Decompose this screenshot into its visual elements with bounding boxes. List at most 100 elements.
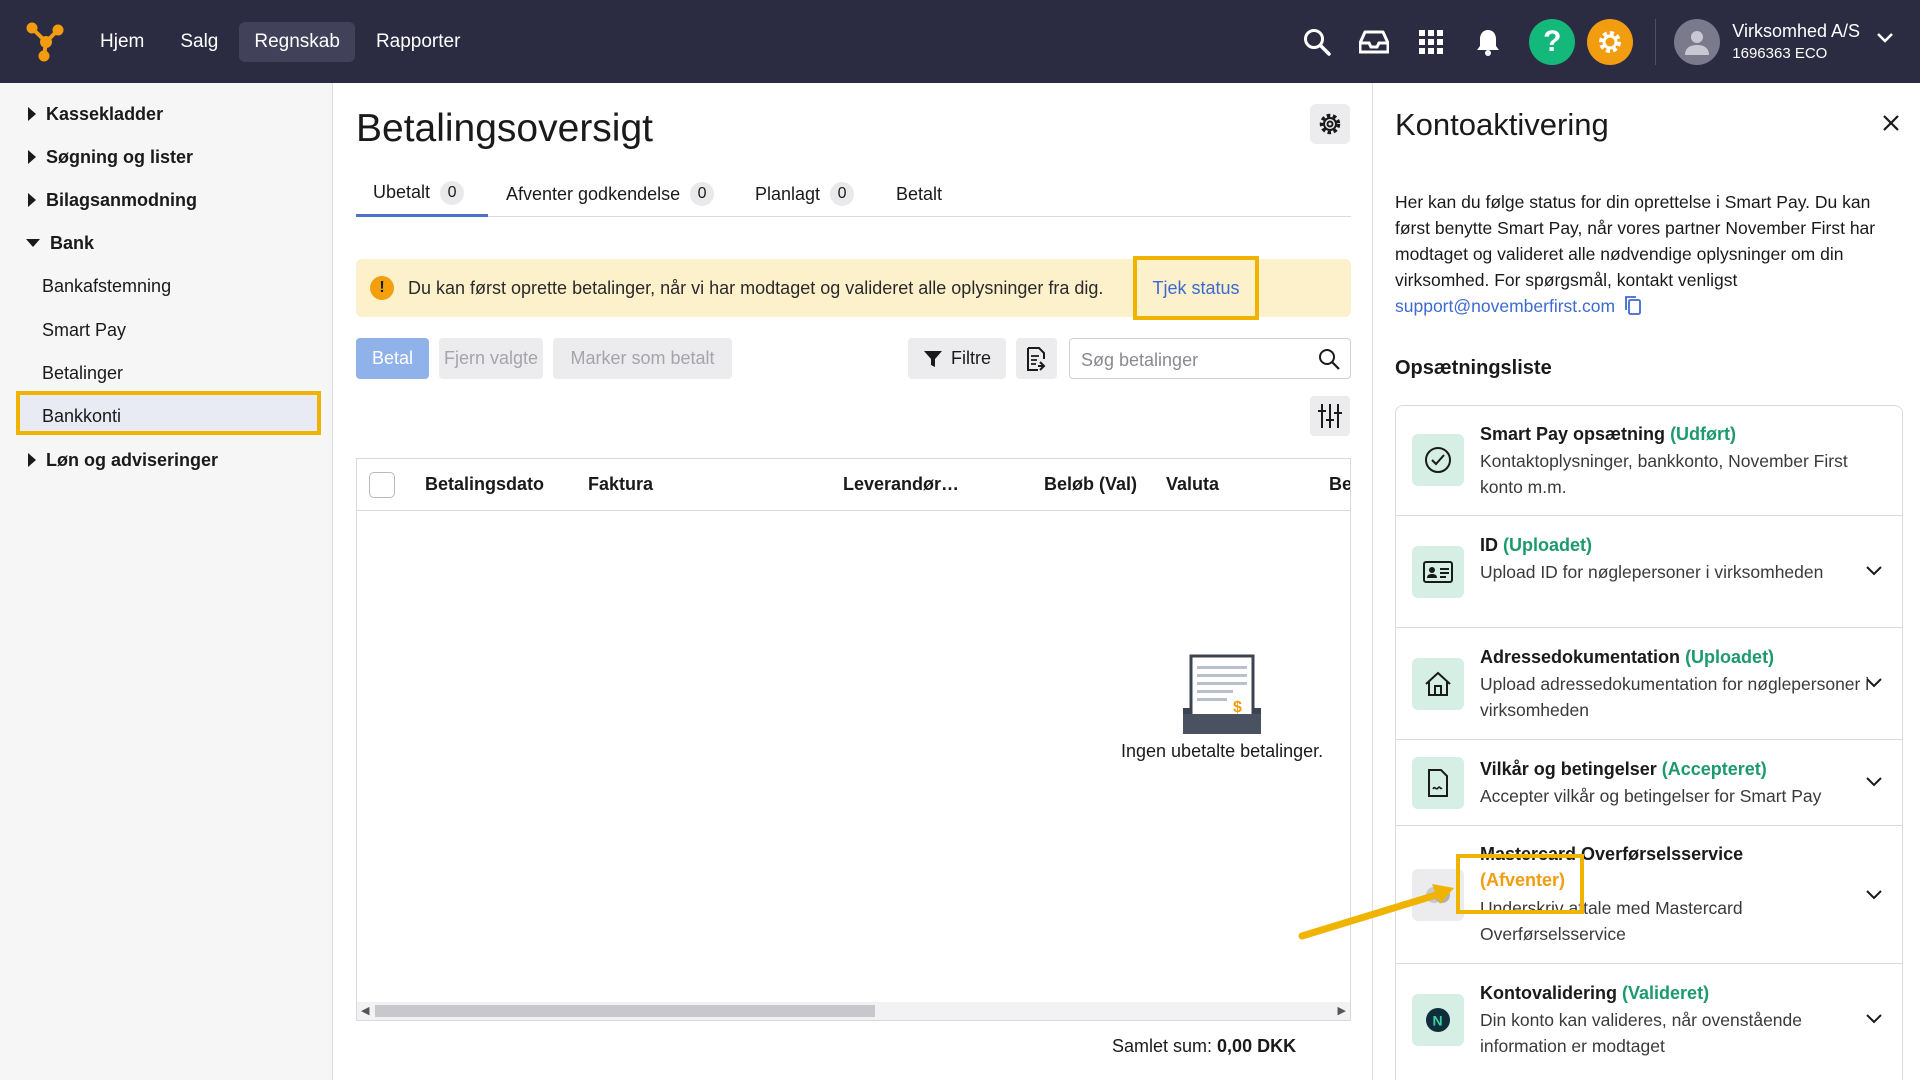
status-badge: (Valideret) [1622,983,1710,1003]
copy-icon[interactable] [1624,295,1642,315]
empty-inbox-icon: $ [1183,654,1261,734]
bell-icon[interactable] [1472,26,1504,58]
search-icon[interactable] [1301,26,1333,58]
panel-description: Her kan du følge status for din oprettel… [1395,192,1876,316]
sidebar-item-loen[interactable]: Løn og adviseringer [28,450,218,471]
sidebar-item-kassekladder[interactable]: Kassekladder [28,104,163,125]
tab-planlagt[interactable]: Planlagt 0 [755,171,855,217]
col-leverandoer[interactable]: Leverandør… [843,474,959,495]
economic-logo-icon[interactable] [22,18,68,64]
tab-betalt[interactable]: Betalt [896,171,942,217]
status-badge: (Uploadet) [1685,647,1775,667]
gear-icon [1319,113,1341,135]
col-faktura[interactable]: Faktura [588,474,653,495]
tab-afventer-godkendelse[interactable]: Afventer godkendelse 0 [506,171,715,217]
sidebar: Kassekladder Søgning og lister Bilagsanm… [0,83,333,1080]
sidebar-item-bankafstemning[interactable]: Bankafstemning [42,276,171,297]
status-badge: (Udført) [1670,424,1737,444]
warning-icon: ! [370,276,394,300]
col-beloeb[interactable]: Beløb (Val) [1044,474,1137,495]
status-badge: (Uploadet) [1503,535,1593,555]
sidebar-item-betalinger[interactable]: Betalinger [42,363,123,384]
export-button[interactable] [1016,338,1057,379]
inbox-icon[interactable] [1358,26,1390,58]
setup-step-kontovalidering[interactable]: N Kontovalidering (Valideret) Din konto … [1396,964,1902,1076]
sidebar-item-bilagsanmodning[interactable]: Bilagsanmodning [28,190,197,211]
check-status-link[interactable]: Tjek status [1133,256,1259,320]
chevron-down-icon[interactable] [1866,777,1882,787]
col-valuta[interactable]: Valuta [1166,474,1219,495]
caret-down-icon [26,239,40,247]
apps-grid-icon[interactable] [1415,26,1447,58]
id-card-icon [1412,546,1464,598]
setup-step-smart-pay[interactable]: Smart Pay opsætning (Udført) Kontaktoply… [1396,406,1902,516]
annotation-arrow-icon [1298,884,1454,940]
sidebar-item-bank[interactable]: Bank [26,233,94,254]
search-placeholder: Søg betalinger [1081,350,1199,370]
close-icon[interactable] [1881,113,1901,133]
nav-regnskab[interactable]: Regnskab [239,22,355,62]
search-icon[interactable] [1318,348,1340,370]
chevron-down-icon[interactable] [1876,32,1894,44]
total-sum: Samlet sum: 0,00 DKK [1112,1036,1297,1056]
settings-gear-icon[interactable] [1587,18,1634,65]
page-settings-button[interactable] [1310,104,1350,144]
mark-paid-button[interactable]: Marker som betalt [553,338,732,379]
tab-ubetalt[interactable]: Ubetalt 0 [356,171,488,217]
nav-rapporter[interactable]: Rapporter [361,22,476,62]
sidebar-item-bankkonti[interactable]: Bankkonti [42,406,121,427]
payments-table: Betalingsdato Faktura Leverandør… Beløb … [356,458,1351,1021]
main-nav: Hjem Salg Regnskab Rapporter [85,22,475,62]
remove-selected-button[interactable]: Fjern valgte [439,338,543,379]
setup-list-title: Opsætningsliste [1395,357,1552,379]
support-email-link[interactable]: support@novemberfirst.com [1395,296,1615,316]
total-sum-value: 0,00 DKK [1217,1036,1297,1056]
caret-right-icon [28,107,36,121]
tab-count: 0 [440,180,465,205]
sidebar-item-smart-pay-label[interactable]: Smart Pay [42,320,126,341]
chevron-down-icon[interactable] [1866,678,1882,688]
caret-right-icon [28,453,36,467]
setup-steps: Smart Pay opsætning (Udført) Kontaktoply… [1395,405,1903,1080]
house-icon [1412,658,1464,710]
panel-title: Kontoaktivering [1395,107,1609,142]
svg-text:$: $ [1233,699,1242,716]
company-switcher[interactable]: Virksomhed A/S 1696363 ECO [1732,21,1860,62]
col-betalingsdato[interactable]: Betalingsdato [425,474,544,495]
filter-button[interactable]: Filtre [908,338,1006,379]
help-icon[interactable]: ? [1529,18,1576,65]
top-bar: Hjem Salg Regnskab Rapporter ? Virksomhe… [0,0,1920,83]
sidebar-item-soegning[interactable]: Søgning og lister [28,147,193,168]
company-name: Virksomhed A/S [1732,21,1860,41]
november-first-icon: N [1412,994,1464,1046]
payment-tabs: Ubetalt 0 Afventer godkendelse 0 Planlagt 0… [356,171,1351,217]
nav-salg[interactable]: Salg [165,22,233,62]
setup-step-adressedokumentation[interactable]: Adressedokumentation (Uploadet) Upload a… [1396,628,1902,740]
check-circle-icon [1412,434,1464,486]
document-sign-icon [1412,757,1464,809]
pay-button[interactable]: Betal [356,338,429,379]
column-settings-button[interactable] [1310,396,1350,436]
horizontal-scrollbar[interactable]: ◀ ▶ [357,1002,1350,1020]
scrollbar-thumb[interactable] [375,1005,875,1017]
chevron-down-icon[interactable] [1866,1014,1882,1024]
col-be[interactable]: Be [1329,474,1350,495]
company-id: 1696363 ECO [1732,45,1828,62]
divider [1655,18,1657,65]
scroll-left-icon[interactable]: ◀ [361,1004,369,1017]
avatar[interactable] [1674,18,1721,65]
chevron-down-icon[interactable] [1866,566,1882,576]
setup-step-vilkaar[interactable]: Vilkår og betingelser (Accepteret) Accep… [1396,740,1902,826]
status-alert: ! Du kan først oprette betalinger, når v… [356,256,1351,320]
scroll-right-icon[interactable]: ▶ [1338,1004,1346,1017]
select-all-checkbox[interactable] [369,472,395,498]
caret-right-icon [28,150,36,164]
table-header: Betalingsdato Faktura Leverandør… Beløb … [357,459,1350,511]
alert-text: Du kan først oprette betalinger, når vi … [408,278,1104,298]
nav-hjem[interactable]: Hjem [85,22,159,62]
chevron-down-icon[interactable] [1866,890,1882,900]
setup-step-id[interactable]: ID (Uploadet) Upload ID for nøglepersone… [1396,516,1902,628]
sliders-icon [1318,404,1342,428]
search-input[interactable]: Søg betalinger [1069,338,1351,379]
svg-text:N: N [1433,1013,1443,1029]
